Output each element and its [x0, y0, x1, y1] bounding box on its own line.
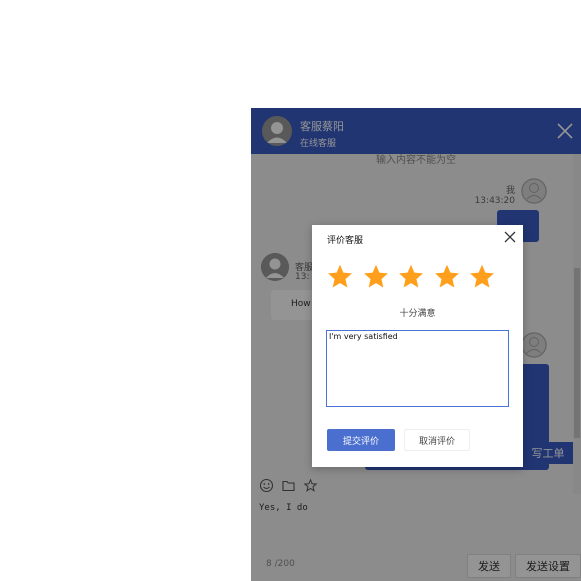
- submit-rating-button[interactable]: 提交评价: [327, 429, 395, 451]
- rating-star-2[interactable]: [362, 263, 390, 291]
- rating-dialog: 评价客服 十分满意 I'm very satisfied 提交评价 取消评价: [312, 225, 523, 467]
- comment-textarea[interactable]: I'm very satisfied: [326, 330, 509, 407]
- rating-star-3[interactable]: [397, 263, 425, 291]
- rating-description: 十分满意: [399, 309, 436, 319]
- close-icon[interactable]: [503, 230, 517, 244]
- rating-star-4[interactable]: [433, 263, 461, 291]
- rating-star-5[interactable]: [468, 263, 496, 291]
- rating-star-1[interactable]: [326, 263, 354, 291]
- dialog-title: 评价客服: [327, 236, 364, 246]
- cancel-rating-button[interactable]: 取消评价: [404, 429, 470, 451]
